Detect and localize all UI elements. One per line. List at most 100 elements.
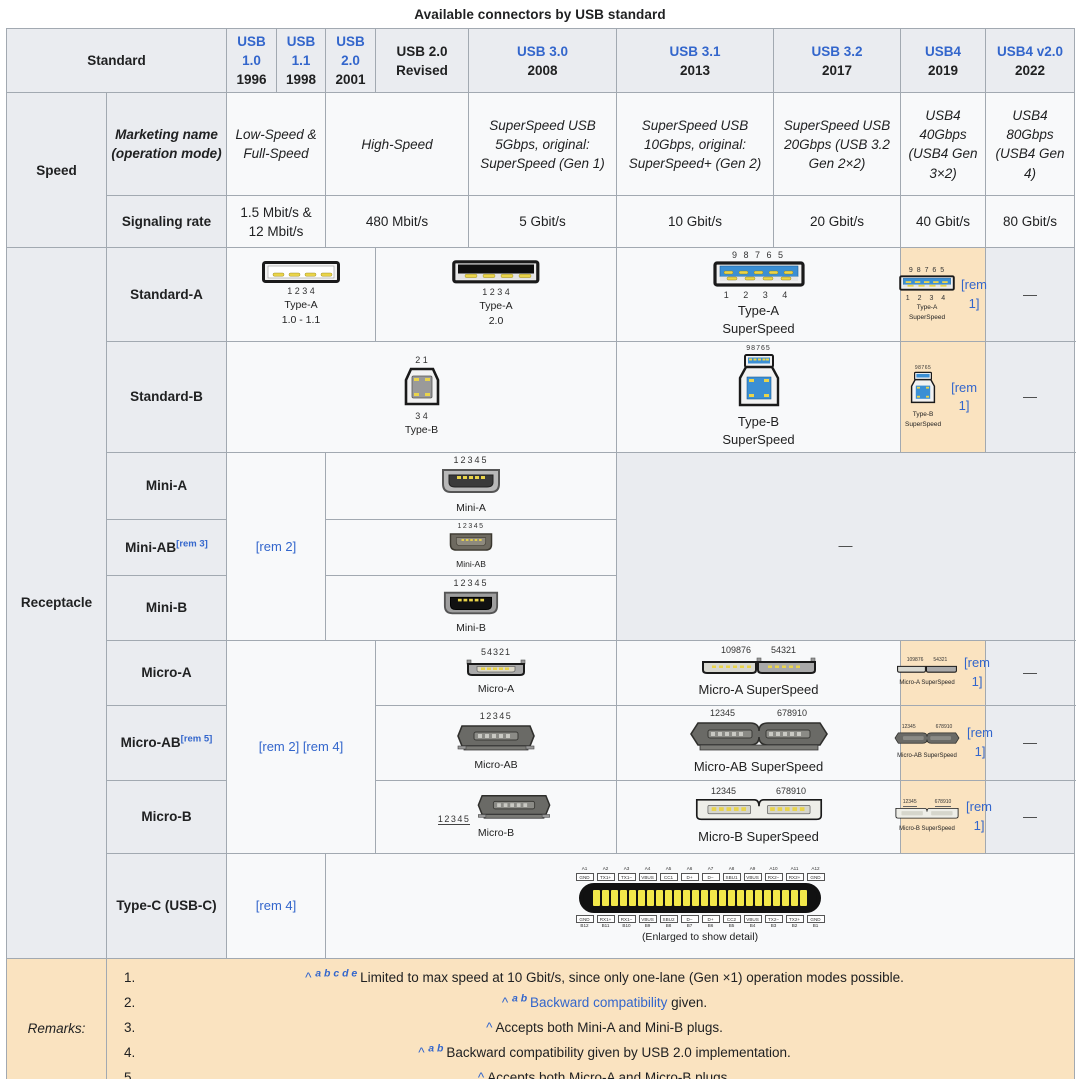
figure-micro-b-superspeed: 12345 678910 Micro-B SuperSpeed: [690, 787, 828, 844]
header-col-usb30-name[interactable]: USB 3.0: [517, 44, 568, 59]
remark-ref-1[interactable]: [rem 1]: [967, 724, 993, 761]
header-col-usb32-year: 2017: [822, 63, 852, 78]
type-c-pin-label: VBUS: [744, 915, 762, 923]
figure-pins-left: 12345: [710, 709, 735, 719]
type-c-contact-pin: [791, 890, 798, 906]
fig-micro-ab-ss-cell: 12345 678910 Micro-AB SuperSpeed: [617, 705, 901, 780]
row-marketing-name: Speed Marketing name (operation mode) Lo…: [7, 93, 1075, 196]
rem2-rem4-micro-cell: [rem 2] [rem 4]: [227, 640, 376, 853]
type-c-pin-label: SBU1: [723, 873, 741, 881]
type-b-ss-receptacle-icon: [734, 353, 784, 409]
row-type-c: Type-C (USB-C) [rem 4] A1A2A3A4A5A6A7A8A…: [7, 853, 1075, 958]
remark-backlink-letters[interactable]: a b: [428, 1043, 446, 1055]
header-col-usb10-year: 1996: [236, 72, 266, 87]
type-c-pin-id: B8: [660, 923, 678, 930]
remark-backlink-letters[interactable]: a b c d e: [315, 967, 360, 979]
rowheader-micro-b: Micro-B: [107, 780, 227, 853]
na-micro-ab-usb4: —: [986, 705, 1075, 780]
remark-ref-2[interactable]: [rem 2]: [256, 539, 296, 554]
header-col-usb10-name[interactable]: USB 1.0: [237, 34, 266, 68]
type-c-contact-pin: [593, 890, 600, 906]
remark-ref-1[interactable]: [rem 1]: [964, 654, 990, 691]
type-c-contact-pin: [773, 890, 780, 906]
type-c-note: (Enlarged to show detail): [576, 930, 825, 945]
figure-caption-line1: Micro-B: [438, 827, 554, 840]
usb-connectors-table: Standard USB 1.0 1996 USB 1.1 1998 USB 2…: [6, 28, 1075, 1079]
header-col-usb20rev-name: USB 2.0: [397, 44, 448, 59]
signaling-usb4: 40 Gbit/s: [901, 196, 986, 248]
type-c-contact-pin: [719, 890, 726, 906]
figure-caption-line1: Type-A: [899, 304, 955, 312]
remark-link[interactable]: Backward compatibility: [530, 995, 667, 1010]
header-col-usb11-name[interactable]: USB 1.1: [287, 34, 316, 68]
header-col-usb32: USB 3.2 2017: [774, 29, 901, 93]
header-col-usb32-name[interactable]: USB 3.2: [812, 44, 863, 59]
row-standard-b: Standard-B 2 1 3 4 Type-B 98765: [7, 341, 1075, 452]
na-standard-a-usb4: —: [986, 248, 1075, 341]
row-standard-a: Receptacle Standard-A 1 2 3 4 Type-A 1.0…: [7, 248, 1075, 341]
type-c-contact-pin: [683, 890, 690, 906]
type-c-pin-id: B9: [639, 923, 657, 930]
remark-backlink-caret[interactable]: ^: [486, 1020, 495, 1035]
type-a-20-receptacle-icon: [452, 260, 540, 284]
figure-micro-b-superspeed-small: 12345 678910 Micro-B SuperSpeed: [894, 800, 960, 833]
remark-backlink-letters[interactable]: a b: [512, 992, 530, 1004]
figure-type-a-superspeed: 9 8 7 6 5 1 2 3 4: [713, 251, 805, 336]
header-col-usb4-name[interactable]: USB4: [925, 44, 961, 59]
na-standard-b-usb4: —: [986, 341, 1075, 452]
micro-a-ss-receptacle-icon-small: [896, 663, 958, 674]
type-c-contact-pin: [746, 890, 753, 906]
figure-micro-a-superspeed: 109876 54321 Micro-A SuperSpeed: [699, 646, 819, 697]
figure-caption-line1: Type-B: [403, 424, 441, 437]
table-header-row: Standard USB 1.0 1996 USB 1.1 1998 USB 2…: [7, 29, 1075, 93]
figure-pins: 12345: [456, 712, 536, 722]
type-c-pin-id: B10: [618, 923, 636, 930]
type-c-pin-id: B7: [681, 923, 699, 930]
remark-backlink-caret[interactable]: ^: [478, 1070, 487, 1079]
figure-caption-line2: 1.0 - 1.1: [262, 314, 340, 327]
figure-caption-line1: Micro-B SuperSpeed: [894, 826, 960, 833]
remark-ref-1[interactable]: [rem 1]: [966, 798, 992, 835]
type-c-pin-label: RX2−: [765, 873, 783, 881]
type-c-contact-pin: [692, 890, 699, 906]
type-c-pin-label: TX2−: [765, 915, 783, 923]
remark-item: ^ a b Backward compatibility given.: [139, 994, 1070, 1012]
remark-ref-1[interactable]: [rem 1]: [961, 276, 987, 313]
rem2-mini-cell: [rem 2]: [227, 453, 326, 640]
figure-pins-left: 12345: [711, 787, 736, 797]
type-c-pin-id: B11: [597, 923, 615, 930]
na-micro-a-usb4: —: [986, 640, 1075, 705]
remark-ref-5[interactable]: [rem 5]: [181, 734, 213, 745]
type-c-pin-label: RX2+: [786, 873, 804, 881]
rowheader-mini-ab: Mini-AB[rem 3]: [107, 520, 227, 576]
rowheader-standard-b: Standard-B: [107, 341, 227, 452]
figure-caption-line1: Mini-AB: [448, 559, 494, 569]
remark-backlink-caret[interactable]: ^: [418, 1045, 428, 1060]
type-c-pin-label: GND: [807, 873, 825, 881]
type-c-pin-label: CC1: [660, 873, 678, 881]
type-c-contact-pin: [602, 890, 609, 906]
remark-backlink-caret[interactable]: ^: [305, 970, 315, 985]
header-col-usb31-name[interactable]: USB 3.1: [670, 44, 721, 59]
row-remarks: Remarks: ^ a b c d e Limited to max spee…: [7, 958, 1075, 1079]
remark-ref-3[interactable]: [rem 3]: [176, 538, 208, 549]
signaling-usb10-11: 1.5 Mbit/s & 12 Mbit/s: [227, 196, 326, 248]
figure-pins-bottom: 1 2 3 4: [899, 295, 955, 303]
remark-ref-1[interactable]: [rem 1]: [947, 379, 981, 416]
remark-text: Accepts both Mini-A and Mini-B plugs.: [496, 1020, 723, 1035]
figure-pins: 54321: [465, 648, 527, 658]
header-col-usb4v2-name[interactable]: USB4 v2.0: [997, 44, 1063, 59]
figure-micro-a-superspeed-small: 109876 54321 Micro-A SuperSpeed: [896, 658, 958, 688]
figure-caption-line1: Micro-A: [465, 683, 527, 696]
header-col-usb31-year: 2013: [680, 63, 710, 78]
marketing-usb31: SuperSpeed USB 10Gbps, original: SuperSp…: [617, 93, 774, 196]
figure-caption-line2: SuperSpeed: [905, 421, 941, 429]
rowheader-mini-a: Mini-A: [107, 453, 227, 520]
remark-backlink-caret[interactable]: ^: [502, 995, 512, 1010]
fig-type-b-ss-32-cell: 98765 Type-B SuperSpeed [rem 1]: [901, 341, 986, 452]
remark-ref-2-and-4[interactable]: [rem 2] [rem 4]: [259, 739, 344, 754]
mini-ab-receptacle-icon: [448, 531, 494, 553]
type-c-contact-pin: [782, 890, 789, 906]
remark-ref-4[interactable]: [rem 4]: [256, 898, 296, 913]
header-col-usb20-name[interactable]: USB 2.0: [336, 34, 365, 68]
